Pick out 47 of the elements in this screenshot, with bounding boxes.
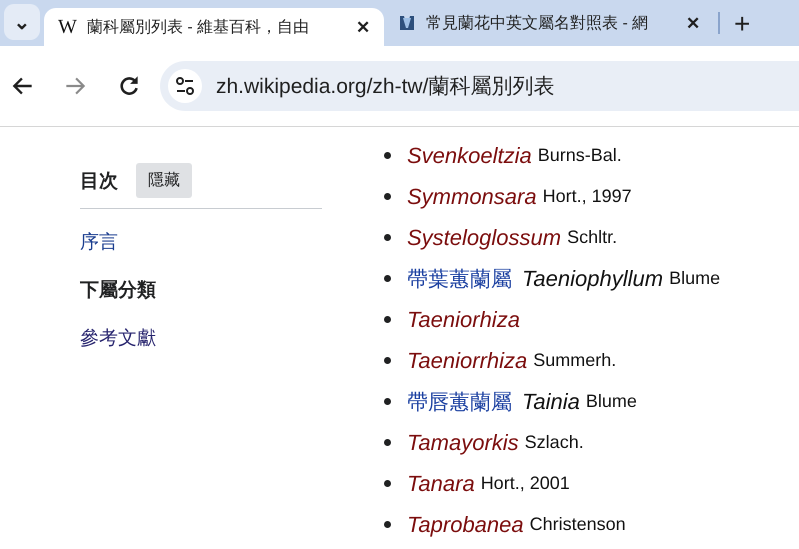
author-text: Summerh. (533, 350, 616, 371)
author-text: Schltr. (567, 227, 618, 248)
author-text: Hort., 2001 (480, 473, 570, 494)
genus-link[interactable]: 帶葉蕙蘭屬 (407, 264, 512, 292)
browser-tab[interactable]: 常見蘭花中英文屬名對照表 - 網 ✕ (384, 4, 714, 42)
author-text: Hort., 1997 (542, 186, 632, 207)
bullet-icon (384, 521, 391, 528)
site-icon: W (58, 16, 77, 38)
url-text: zh.wikipedia.org/zh-tw/蘭科屬別列表 (216, 74, 554, 100)
toc-link[interactable]: 參考文獻 (80, 325, 322, 351)
tab-title: 常見蘭花中英文屬名對照表 - 網 (426, 14, 650, 34)
toc-heading: 目次 (80, 170, 118, 194)
bullet-icon (384, 193, 391, 200)
author-text: Christenson (530, 514, 626, 535)
new-tab-button[interactable]: + (728, 8, 756, 40)
genus-link[interactable]: Taeniorrhiza (407, 348, 528, 374)
bullet-icon (384, 275, 391, 282)
author-text: Blume (669, 268, 720, 289)
genus-name: Tainia (522, 388, 580, 414)
bullet-icon (384, 398, 391, 405)
bullet-icon (384, 480, 391, 487)
genus-link[interactable]: Tanara (407, 470, 475, 496)
genus-link[interactable]: Systeloglossum (407, 224, 562, 250)
hide-button[interactable]: 隱藏 (136, 163, 192, 198)
genus-link[interactable]: Taeniorhiza (407, 306, 520, 332)
browser-tab[interactable]: W 蘭科屬別列表 - 維基百科，自由 ✕ (44, 8, 384, 46)
genus-link[interactable]: 帶唇蕙蘭屬 (407, 388, 512, 416)
author-text: Blume (586, 391, 637, 412)
bullet-icon (384, 234, 391, 241)
tab-list-button[interactable]: ⌄ (4, 4, 40, 40)
address-bar[interactable]: zh.wikipedia.org/zh-tw/蘭科屬別列表 (160, 61, 799, 111)
bullet-icon (384, 439, 391, 446)
bullet-icon (384, 316, 391, 323)
genus-name: Taeniophyllum (522, 266, 664, 292)
genus-link[interactable]: Svenkoeltzia (407, 142, 532, 168)
bullet-icon (384, 357, 391, 364)
genus-link[interactable]: Symmonsara (407, 184, 537, 210)
genus-link[interactable]: Tamayorkis (407, 430, 519, 456)
genus-link[interactable]: Taprobanea (407, 512, 524, 538)
bullet-icon (384, 152, 391, 159)
author-text: Burns-Bal. (538, 145, 622, 166)
site-settings-icon[interactable] (168, 69, 202, 103)
toc-link[interactable]: 下屬分類 (80, 277, 322, 303)
author-text: Szlach. (524, 432, 584, 453)
toc-link[interactable]: 序言 (80, 229, 322, 255)
site-icon (398, 14, 416, 32)
tab-title: 蘭科屬別列表 - 維基百科，自由 (86, 18, 310, 38)
